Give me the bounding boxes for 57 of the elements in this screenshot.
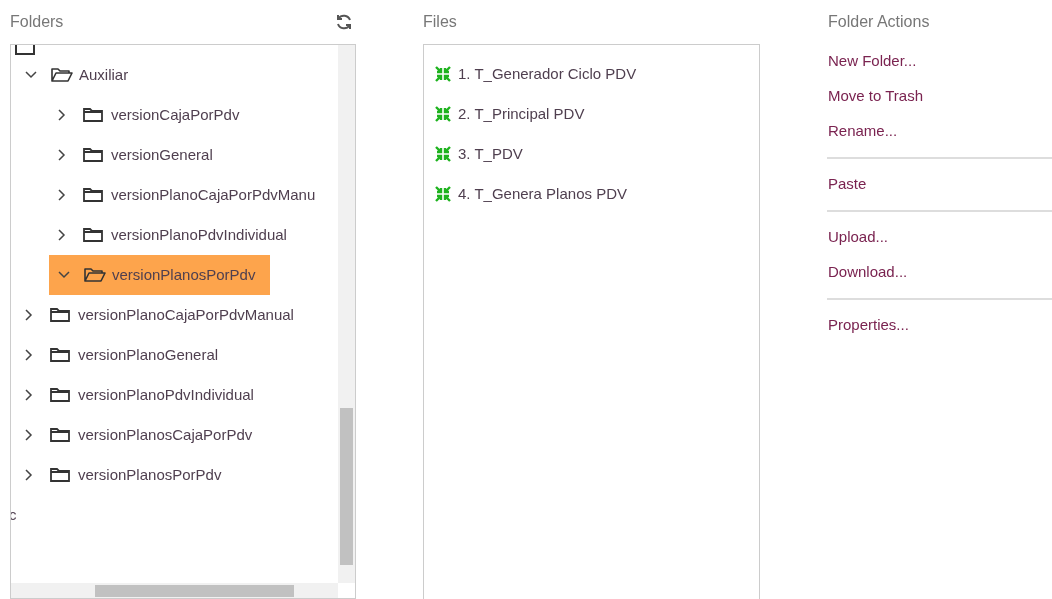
panel-title: Folder Actions — [828, 12, 930, 32]
collapse-arrows-icon[interactable] — [435, 186, 451, 202]
tree-item[interactable]: versionPlanosCajaPorPdv — [16, 415, 257, 455]
tree-item[interactable]: versionPlanosPorPdv — [16, 455, 226, 495]
tree-item[interactable]: versionPlanosPorPdv — [49, 255, 271, 295]
horizontal-scrollbar[interactable] — [11, 583, 338, 598]
action-link[interactable]: New Folder... — [828, 50, 917, 73]
chevron-right-icon[interactable] — [25, 349, 33, 361]
scroll-thumb[interactable] — [95, 585, 294, 597]
folder-icon — [83, 227, 103, 243]
action-link[interactable]: Rename... — [828, 120, 898, 143]
open-folder-icon — [84, 267, 106, 283]
action-link[interactable]: Move to Trash — [828, 85, 924, 108]
tree-item[interactable]: versionPlanoPdvIndividual — [16, 375, 258, 415]
tree-item[interactable]: versionPlanoCajaPorPdvManu — [49, 175, 320, 215]
chevron-right-icon[interactable] — [58, 149, 66, 161]
folder-icon — [50, 467, 70, 483]
tree-item[interactable]: versionPlanoGeneral — [16, 335, 223, 375]
chevron-right-icon[interactable] — [25, 389, 33, 401]
collapse-arrows-icon[interactable] — [435, 106, 451, 122]
folder-icon — [83, 107, 103, 123]
tree-item[interactable]: versionCajaPorPdv — [49, 95, 244, 135]
file-item[interactable]: 3. T_PDV — [458, 142, 523, 166]
action-link[interactable]: Download... — [828, 261, 908, 284]
action-link[interactable]: Properties... — [828, 314, 909, 337]
action-link[interactable]: Upload... — [828, 226, 889, 249]
chevron-down-icon[interactable] — [25, 71, 37, 79]
tree-item[interactable]: versionPlanoPdvIndividual — [49, 215, 291, 255]
chevron-right-icon[interactable] — [25, 469, 33, 481]
folder-icon — [83, 187, 103, 203]
scroll-thumb[interactable] — [340, 408, 353, 565]
chevron-right-icon[interactable] — [58, 189, 66, 201]
folder-icon — [83, 147, 103, 163]
action-link[interactable]: Paste — [828, 173, 867, 196]
folder-icon — [50, 347, 70, 363]
chevron-right-icon[interactable] — [58, 229, 66, 241]
tree-item[interactable]: versionPlanoCajaPorPdvManual — [16, 295, 298, 335]
vertical-scrollbar[interactable] — [338, 45, 355, 583]
collapse-arrows-icon[interactable] — [435, 146, 451, 162]
panel-title: Files — [423, 12, 457, 32]
open-folder-icon — [51, 67, 73, 83]
collapse-arrows-icon[interactable] — [435, 66, 451, 82]
chevron-down-icon[interactable] — [58, 271, 70, 279]
tree-item[interactable]: Auxiliar — [16, 55, 133, 95]
refresh-icon[interactable] — [335, 13, 353, 31]
folder-icon — [50, 307, 70, 323]
folder-icon — [50, 427, 70, 443]
file-item[interactable]: 4. T_Genera Planos PDV — [458, 182, 627, 206]
chevron-right-icon[interactable] — [25, 309, 33, 321]
folder-icon — [15, 45, 35, 55]
chevron-right-icon[interactable] — [25, 429, 33, 441]
folder-icon — [50, 387, 70, 403]
tree-item[interactable]: versionGeneral — [49, 135, 217, 175]
chevron-right-icon[interactable] — [58, 109, 66, 121]
file-item[interactable]: 2. T_Principal PDV — [458, 102, 585, 126]
file-item[interactable]: 1. T_Generador Ciclo PDV — [458, 62, 637, 86]
panel-title: Folders — [10, 12, 64, 32]
